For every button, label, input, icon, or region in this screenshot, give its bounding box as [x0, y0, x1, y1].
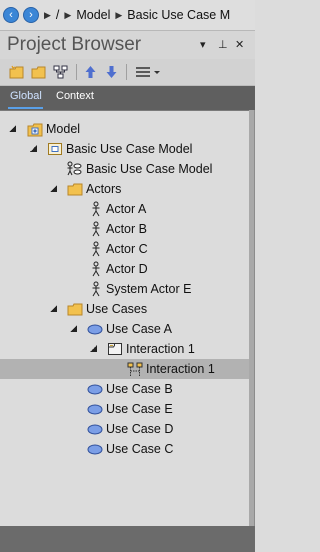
tree-item-use-case[interactable]: Use Case B	[0, 379, 249, 399]
diagram-icon[interactable]	[53, 65, 68, 79]
pin-button[interactable]: ⊥	[218, 38, 228, 51]
tree-item-label: Use Cases	[86, 302, 148, 316]
expanded-icon[interactable]	[50, 185, 57, 192]
tree-item-use-case[interactable]: Use Case E	[0, 399, 249, 419]
tree-item-label: Use Case A	[106, 322, 173, 336]
panel-menu-button[interactable]: ▾	[200, 38, 206, 51]
tree-item-label: Actor D	[106, 262, 148, 276]
move-down-icon[interactable]	[104, 65, 119, 79]
tree-item-label: Actors	[86, 182, 122, 196]
project-tree: Model Basic Use Case Model Basic Use Cas…	[0, 110, 249, 526]
tree-item-use-case[interactable]: Use Case D	[0, 419, 249, 439]
actor-icon	[92, 221, 100, 237]
tab-strip: Global Context	[0, 86, 255, 110]
tree-item-actor[interactable]: Actor A	[0, 199, 249, 219]
use-case-diagram-icon	[67, 161, 82, 176]
expanded-icon[interactable]	[90, 345, 97, 352]
sequence-diagram-icon	[127, 362, 143, 376]
package-icon	[48, 143, 62, 155]
use-case-icon	[87, 444, 103, 455]
new-package-icon[interactable]	[9, 65, 24, 79]
toolbar	[0, 59, 255, 86]
tree-item-label: Model	[46, 122, 81, 136]
chevron-right-icon: ▶	[44, 9, 51, 20]
tree-item-package[interactable]: Basic Use Case Model	[0, 139, 249, 159]
use-case-icon	[87, 384, 103, 395]
tree-item-label: System Actor E	[106, 282, 192, 296]
tree-item-actor[interactable]: Actor D	[0, 259, 249, 279]
use-case-icon	[87, 404, 103, 415]
actor-icon	[92, 201, 100, 217]
breadcrumb: ‹ › ▶ / ▶ Model ▶ Basic Use Case M	[0, 0, 255, 31]
tree-item-use-case[interactable]: Use Case C	[0, 439, 249, 459]
tree-item-actors-folder[interactable]: Actors	[0, 179, 249, 199]
use-case-icon	[87, 424, 103, 435]
tree-item-label: Interaction 1	[126, 342, 195, 356]
folder-icon	[67, 303, 83, 316]
move-up-icon[interactable]	[83, 65, 98, 79]
use-case-icon	[87, 324, 103, 335]
tree-item-label: Actor A	[106, 202, 147, 216]
folder-icon	[67, 183, 83, 196]
chevron-right-icon: ▶	[115, 9, 123, 20]
close-button[interactable]: ✕	[235, 38, 244, 51]
actor-icon	[92, 281, 100, 297]
tree-item-use-case[interactable]: Use Case A	[0, 319, 249, 339]
tree-item-actor[interactable]: System Actor E	[0, 279, 249, 299]
breadcrumb-item-root[interactable]: /	[56, 8, 59, 22]
status-bar	[0, 526, 255, 552]
title-bar: Project Browser ▾ ⊥ ✕	[0, 31, 255, 59]
tree-item-label: Use Case B	[106, 382, 173, 396]
breadcrumb-item-package[interactable]: Basic Use Case M	[127, 8, 230, 22]
tab-context[interactable]: Context	[56, 90, 94, 102]
breadcrumb-item-model[interactable]: Model	[76, 8, 110, 22]
hamburger-menu-icon[interactable]	[135, 65, 161, 79]
active-tab-indicator	[8, 107, 43, 109]
model-icon	[27, 123, 43, 137]
tree-item-label: Use Case D	[106, 422, 174, 436]
tree-item-diagram[interactable]: Basic Use Case Model	[0, 159, 249, 179]
tree-item-label: Basic Use Case Model	[86, 162, 213, 176]
expanded-icon[interactable]	[30, 145, 37, 152]
tree-item-interaction[interactable]: Interaction 1	[0, 339, 249, 359]
panel-title: Project Browser	[7, 34, 142, 55]
actor-icon	[92, 261, 100, 277]
tree-item-actor[interactable]: Actor C	[0, 239, 249, 259]
forward-button[interactable]: ›	[23, 7, 39, 23]
folder-icon[interactable]	[31, 65, 46, 79]
project-browser-panel: ‹ › ▶ / ▶ Model ▶ Basic Use Case M Proje…	[0, 0, 255, 552]
interaction-icon	[108, 343, 122, 355]
actor-icon	[92, 241, 100, 257]
expanded-icon[interactable]	[50, 305, 57, 312]
tree-item-usecases-folder[interactable]: Use Cases	[0, 299, 249, 319]
tree-item-actor[interactable]: Actor B	[0, 219, 249, 239]
tree-item-interaction-selected[interactable]: Interaction 1	[0, 359, 249, 379]
tree-item-label: Basic Use Case Model	[66, 142, 193, 156]
back-button[interactable]: ‹	[3, 7, 19, 23]
expanded-icon[interactable]	[9, 125, 16, 132]
tree-item-label: Actor B	[106, 222, 147, 236]
tab-global[interactable]: Global	[10, 90, 42, 102]
expanded-icon[interactable]	[70, 325, 77, 332]
chevron-right-icon: ▶	[64, 9, 72, 20]
tree-item-label: Use Case C	[106, 442, 174, 456]
tree-item-label: Actor C	[106, 242, 148, 256]
tree-item-label: Use Case E	[106, 402, 173, 416]
tree-item-label: Interaction 1	[146, 362, 215, 376]
tree-item-model[interactable]: Model	[0, 119, 249, 139]
